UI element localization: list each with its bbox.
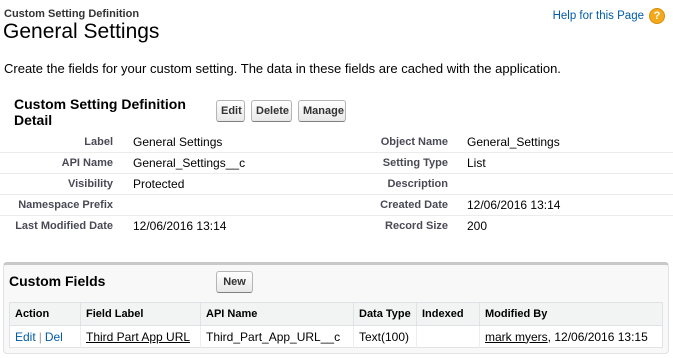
page-title: General Settings <box>3 20 160 43</box>
table-row: Edit | Del Third Part App URL Third_Part_A… <box>9 325 663 348</box>
custom-fields-section: Custom Fields New Action Field Label API… <box>3 262 669 354</box>
field-value: General Settings <box>133 135 223 149</box>
column-header-api-name: API Name <box>200 302 354 326</box>
page-description: Create the fields for your custom settin… <box>4 61 561 76</box>
custom-fields-title: Custom Fields <box>9 273 106 289</box>
api-name-cell: Third_Part_App_URL__c <box>200 325 354 348</box>
action-separator: | <box>38 329 42 344</box>
field-label: Label <box>84 136 113 148</box>
field-value: 200 <box>467 219 488 233</box>
field-value: List <box>467 156 486 170</box>
field-value: Protected <box>133 177 185 191</box>
detail-title: Custom Setting Definition Detail <box>14 96 186 128</box>
action-cell: Edit | Del <box>9 325 81 348</box>
data-type-cell: Text(100) <box>353 325 417 348</box>
new-field-button[interactable]: New <box>216 271 253 293</box>
field-label: Description <box>387 178 448 190</box>
field-value: 12/06/2016 13:14 <box>133 219 227 233</box>
column-header-field-label: Field Label <box>80 302 201 326</box>
field-label: Last Modified Date <box>15 220 113 232</box>
table-header-row: Action Field Label API Name Data Type In… <box>9 302 663 326</box>
delete-field-link[interactable]: Del <box>45 330 63 344</box>
field-label-cell: Third Part App URL <box>80 325 201 348</box>
column-header-data-type: Data Type <box>353 302 417 326</box>
field-label: API Name <box>61 157 113 169</box>
question-icon[interactable]: ? <box>649 8 665 24</box>
field-label: Setting Type <box>382 157 448 169</box>
modified-by-date: , 12/06/2016 13:15 <box>547 329 648 344</box>
field-label: Namespace Prefix <box>18 199 113 211</box>
field-value: 12/06/2016 13:14 <box>467 198 561 212</box>
custom-fields-table: Action Field Label API Name Data Type In… <box>9 302 663 348</box>
detail-row: Label General Settings Object Name Gener… <box>0 132 673 153</box>
field-label: Object Name <box>380 136 448 148</box>
detail-row: API Name General_Settings__c Setting Typ… <box>0 153 673 174</box>
indexed-cell <box>416 325 480 348</box>
detail-row: Namespace Prefix Created Date 12/06/2016… <box>0 195 673 216</box>
field-value: General_Settings <box>467 135 560 149</box>
field-label: Visibility <box>67 178 113 190</box>
column-header-action: Action <box>9 302 81 326</box>
manage-button[interactable]: Manage <box>298 100 346 122</box>
modified-by-cell: mark myers, 12/06/2016 13:15 <box>480 326 663 348</box>
edit-button[interactable]: Edit <box>216 100 245 122</box>
edit-field-link[interactable]: Edit <box>15 330 36 344</box>
field-label: Record Size <box>385 220 448 232</box>
column-header-indexed: Indexed <box>416 302 480 326</box>
help-link[interactable]: Help for this Page <box>553 10 644 22</box>
help-area: Help for this Page ? <box>553 8 665 24</box>
field-label-link[interactable]: Third Part App URL <box>86 330 190 344</box>
delete-button[interactable]: Delete <box>251 100 292 122</box>
breadcrumb: Custom Setting Definition <box>4 8 140 20</box>
detail-row: Last Modified Date 12/06/2016 13:14 Reco… <box>0 216 673 237</box>
column-header-modified-by: Modified By <box>479 302 663 326</box>
field-label: Created Date <box>380 199 448 211</box>
modified-by-user-link[interactable]: mark myers <box>485 330 548 344</box>
field-value: General_Settings__c <box>133 156 246 170</box>
detail-row: Visibility Protected Description <box>0 174 673 195</box>
